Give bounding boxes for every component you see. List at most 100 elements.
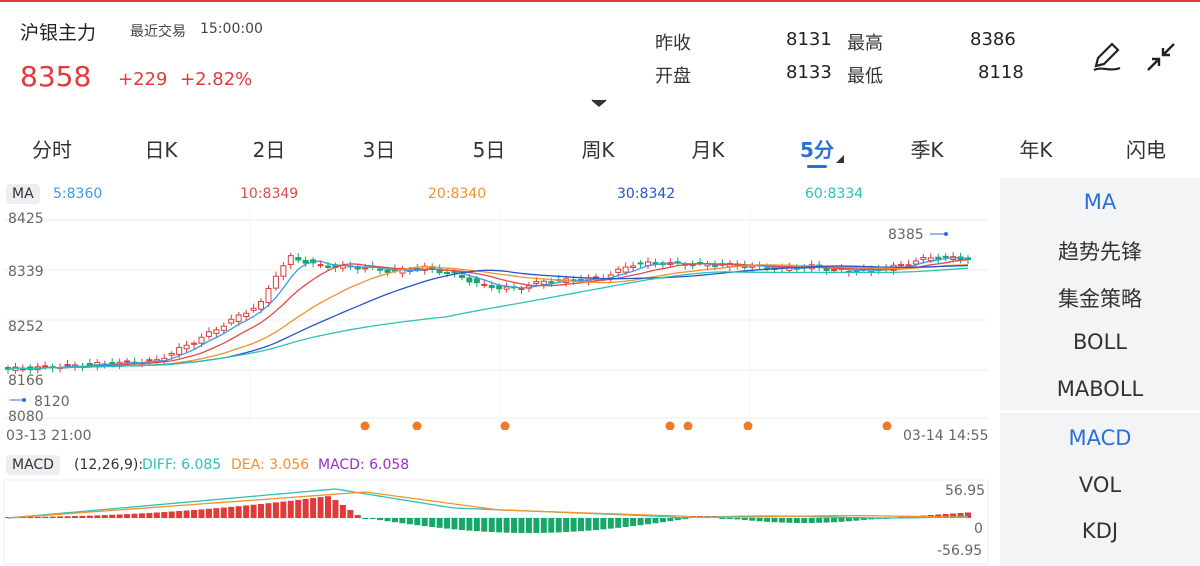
macd-bar bbox=[34, 516, 41, 518]
macd-bar bbox=[161, 512, 168, 518]
tab-fenshi[interactable]: 分时 bbox=[32, 134, 72, 163]
tab-5-min[interactable]: 5分 bbox=[800, 134, 834, 163]
candle-body bbox=[362, 267, 369, 270]
macd-value: MACD: 6.058 bbox=[318, 457, 410, 473]
macd-bar bbox=[235, 506, 242, 518]
indicator-maboll[interactable]: MABOLL bbox=[1000, 377, 1200, 401]
candle-body bbox=[317, 264, 324, 267]
macd-bar bbox=[146, 512, 153, 518]
candle-body bbox=[295, 257, 302, 261]
candle-body bbox=[496, 285, 503, 290]
macd-chart[interactable] bbox=[0, 478, 1000, 566]
macd-bar bbox=[213, 508, 220, 518]
macd-bar bbox=[228, 506, 235, 518]
candle-body bbox=[548, 281, 555, 284]
stat-value-prev-close: 8131 bbox=[786, 29, 832, 50]
macd-bar bbox=[801, 518, 808, 523]
tab-quarter-k[interactable]: 季K bbox=[910, 134, 943, 163]
macd-bar bbox=[816, 518, 823, 523]
stat-label-high: 最高 bbox=[847, 33, 883, 54]
macd-bar bbox=[719, 518, 726, 519]
candle-body bbox=[935, 256, 942, 260]
macd-bar bbox=[280, 501, 287, 518]
price-axis-label: 8166 bbox=[8, 373, 44, 389]
event-dot bbox=[882, 421, 892, 430]
stat-value-high: 8386 bbox=[970, 29, 1016, 50]
macd-bar bbox=[548, 518, 555, 533]
macd-bar bbox=[503, 518, 510, 533]
macd-bar bbox=[302, 499, 309, 518]
macd-bar bbox=[764, 518, 771, 522]
candle-body bbox=[176, 346, 183, 355]
stat-value-open: 8133 bbox=[786, 62, 832, 83]
candle-body bbox=[384, 269, 391, 273]
macd-bar bbox=[511, 518, 518, 533]
candle-body bbox=[325, 265, 331, 268]
macd-bar bbox=[250, 504, 257, 518]
chevron-down-icon[interactable] bbox=[590, 98, 608, 108]
macd-bar bbox=[391, 518, 398, 523]
candle-body bbox=[905, 264, 912, 267]
macd-bar bbox=[607, 518, 614, 529]
candle-body bbox=[213, 329, 220, 334]
macd-bar bbox=[220, 507, 227, 518]
tab-week-k[interactable]: 周K bbox=[581, 134, 614, 163]
indicator-vol[interactable]: VOL bbox=[1000, 473, 1200, 497]
quote-screen: { "header": { "name": "沪银主力", "time_labe… bbox=[0, 0, 1200, 566]
candle-body bbox=[920, 257, 927, 260]
macd-bar bbox=[421, 518, 428, 527]
macd-bar bbox=[488, 518, 495, 533]
candle-body bbox=[622, 266, 629, 273]
macd-bar bbox=[57, 516, 64, 518]
tab-year-k[interactable]: 年K bbox=[1019, 134, 1052, 163]
kline-chart[interactable] bbox=[0, 200, 1000, 430]
indicator-gold-strategy[interactable]: 集金策略 bbox=[1000, 283, 1200, 313]
indicator-macd[interactable]: MACD bbox=[1000, 426, 1200, 450]
candle-body bbox=[205, 331, 212, 337]
event-dot bbox=[360, 421, 370, 430]
macd-bar bbox=[741, 518, 748, 521]
candle-body bbox=[183, 344, 190, 350]
macd-bar bbox=[109, 514, 116, 518]
macd-bar bbox=[429, 518, 436, 527]
candle-body bbox=[235, 314, 242, 322]
collapse-icon[interactable] bbox=[1144, 40, 1178, 74]
time-axis-end: 03-14 14:55 bbox=[903, 428, 989, 444]
macd-bar bbox=[778, 518, 785, 523]
macd-bar bbox=[570, 518, 577, 532]
stat-label-low: 最低 bbox=[847, 66, 883, 87]
macd-bar bbox=[86, 515, 93, 518]
macd-bar bbox=[49, 516, 56, 518]
macd-bar bbox=[377, 518, 384, 521]
event-dot bbox=[743, 421, 753, 430]
indicator-boll[interactable]: BOLL bbox=[1000, 330, 1200, 354]
indicator-trend-pioneer[interactable]: 趋势先锋 bbox=[1000, 236, 1200, 266]
macd-label[interactable]: MACD bbox=[6, 455, 60, 475]
indicator-ma[interactable]: MA bbox=[1000, 190, 1200, 214]
macd-bar bbox=[198, 509, 205, 518]
macd-bar bbox=[176, 511, 183, 518]
tab-month-k[interactable]: 月K bbox=[691, 134, 724, 163]
macd-bar bbox=[637, 518, 644, 526]
macd-bar bbox=[272, 502, 279, 518]
macd-bar bbox=[265, 503, 272, 518]
tab-5-day[interactable]: 5日 bbox=[473, 134, 506, 163]
macd-bar bbox=[124, 514, 131, 518]
tab-flash[interactable]: 闪电 bbox=[1126, 134, 1166, 163]
macd-bar bbox=[258, 503, 265, 518]
draw-pen-icon[interactable] bbox=[1090, 40, 1124, 74]
candle-body bbox=[146, 359, 153, 362]
high-annotation: 8385 bbox=[888, 227, 924, 243]
macd-axis-zero: 0 bbox=[974, 521, 983, 537]
indicator-kdj[interactable]: KDJ bbox=[1000, 519, 1200, 543]
macd-bar bbox=[94, 515, 101, 518]
tab-3-day[interactable]: 3日 bbox=[363, 134, 396, 163]
macd-bar bbox=[205, 508, 212, 518]
macd-bar bbox=[369, 518, 376, 520]
macd-bar bbox=[645, 518, 651, 525]
tab-day-k[interactable]: 日K bbox=[144, 134, 177, 163]
macd-bar bbox=[481, 518, 488, 532]
sub-indicator-panel: MACD VOL KDJ bbox=[1000, 413, 1200, 566]
macd-bar bbox=[131, 513, 138, 518]
tab-2-day[interactable]: 2日 bbox=[253, 134, 286, 163]
